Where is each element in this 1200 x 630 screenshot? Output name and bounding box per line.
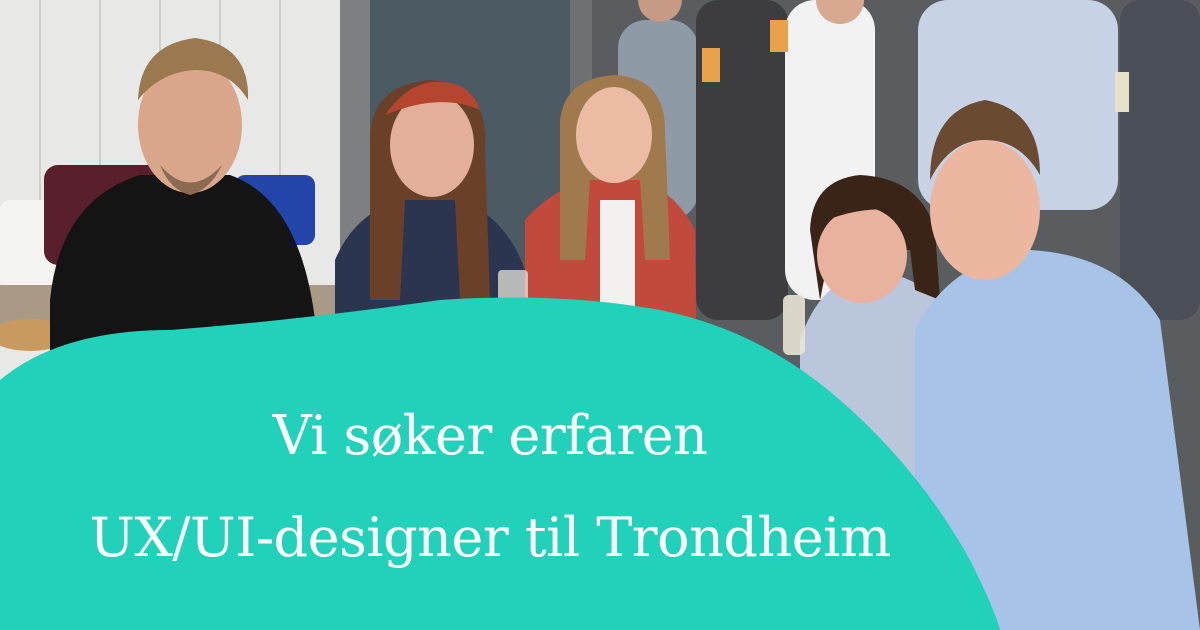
group-photo [0,0,1200,630]
